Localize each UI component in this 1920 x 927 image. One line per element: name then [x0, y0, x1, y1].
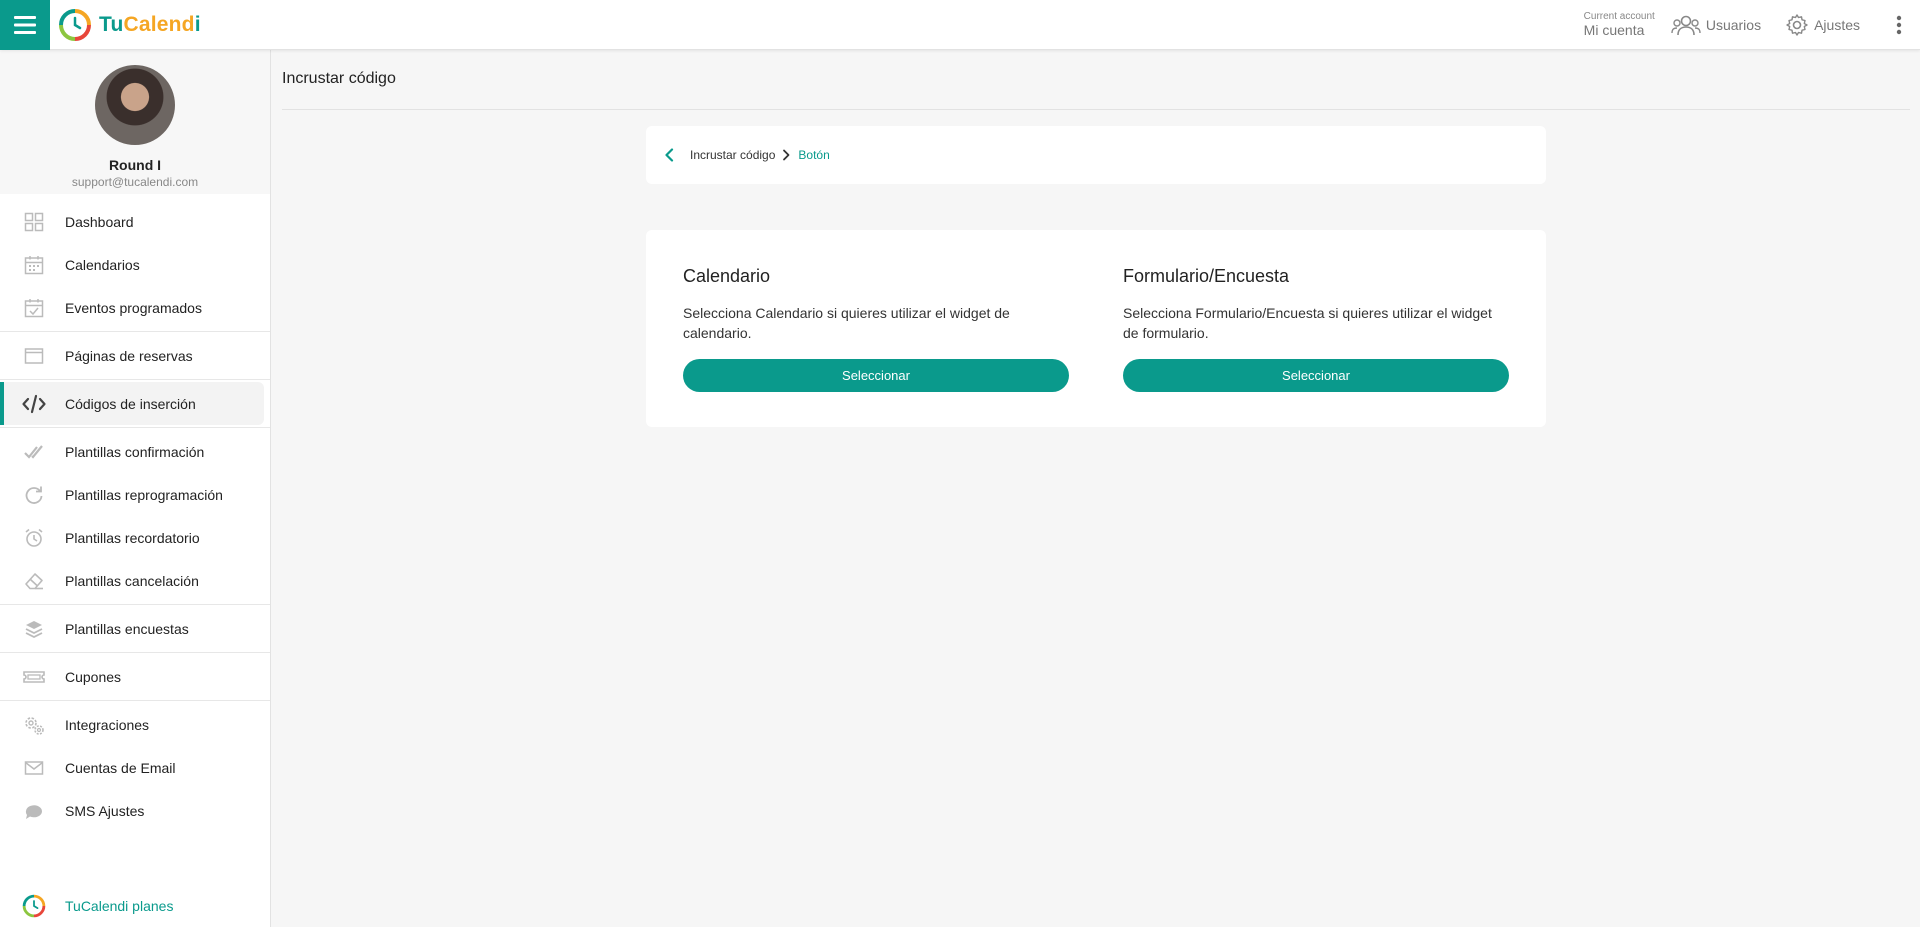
sidebar-item-label: Cupones: [65, 668, 122, 685]
users-label: Usuarios: [1705, 16, 1762, 33]
users-link[interactable]: Usuarios: [1671, 14, 1761, 36]
gears-icon: [22, 713, 46, 737]
eraser-icon: [22, 569, 46, 593]
breadcrumb-item[interactable]: Incrustar código: [690, 148, 775, 162]
sidebar-divider: [0, 427, 270, 428]
sidebar-item-label: Plantillas confirmación: [65, 443, 205, 460]
current-account-switcher[interactable]: Current account Mi cuenta: [1583, 11, 1655, 38]
alarm-clock-icon: [22, 526, 46, 550]
redo-icon: [22, 483, 46, 507]
sidebar-divider: [0, 604, 270, 605]
sidebar: Round I support@tucalendi.com Dashboard …: [0, 50, 271, 927]
sidebar-item-label: Calendarios: [65, 256, 140, 273]
gear-icon: [1786, 13, 1808, 36]
select-formulario-button[interactable]: Seleccionar: [1123, 359, 1509, 392]
envelope-icon: [22, 756, 46, 780]
top-bar: TuCalendi Current account Mi cuenta Usua…: [0, 0, 1920, 50]
sidebar-item-sms-ajustes[interactable]: SMS Ajustes: [0, 789, 264, 832]
sidebar-item-integraciones[interactable]: Integraciones: [0, 703, 264, 746]
sidebar-item-label: Eventos programados: [65, 299, 202, 316]
user-profile: Round I support@tucalendi.com: [0, 50, 270, 194]
tucalendi-logo-icon: [22, 894, 46, 918]
main-content: Incrustar código Incrustar código Botón …: [271, 50, 1920, 927]
choice-calendario: Calendario Selecciona Calendario si quie…: [683, 266, 1069, 392]
sms-icon: [22, 799, 46, 823]
sidebar-item-paginas-reservas[interactable]: Páginas de reservas: [0, 334, 264, 377]
browser-window-icon: [22, 344, 46, 368]
choice-title: Formulario/Encuesta: [1123, 266, 1290, 286]
double-check-icon: [22, 440, 46, 464]
sidebar-item-plantillas-encuestas[interactable]: Plantillas encuestas: [0, 607, 264, 650]
chevron-right-icon: [782, 149, 790, 161]
sidebar-item-label: Cuentas de Email: [65, 759, 176, 776]
sidebar-item-plantillas-recordatorio[interactable]: Plantillas recordatorio: [0, 516, 264, 559]
profile-name: Round I: [108, 157, 162, 173]
widget-type-card: Calendario Selecciona Calendario si quie…: [646, 230, 1546, 427]
sidebar-item-label: Plantillas reprogramación: [65, 486, 223, 503]
dashboard-icon: [22, 210, 46, 234]
sidebar-item-label: Dashboard: [65, 213, 134, 230]
sidebar-menu: Dashboard Calendarios Eventos programado…: [0, 194, 270, 832]
app-logo[interactable]: TuCalendi: [58, 8, 201, 42]
calendar-check-icon: [22, 296, 46, 320]
sidebar-divider: [0, 331, 270, 332]
sidebar-item-label: Plantillas encuestas: [65, 620, 189, 637]
sidebar-divider: [0, 652, 270, 653]
breadcrumb: Incrustar código Botón: [646, 126, 1546, 184]
sidebar-item-cuentas-email[interactable]: Cuentas de Email: [0, 746, 264, 789]
more-options-button[interactable]: [1884, 15, 1914, 35]
hamburger-icon: [14, 15, 36, 34]
sidebar-item-label: SMS Ajustes: [65, 802, 145, 819]
tucalendi-logo-icon: [59, 8, 91, 41]
code-icon: [22, 392, 46, 416]
sidebar-item-label: Plantillas cancelación: [65, 572, 199, 589]
sidebar-item-label: Páginas de reservas: [65, 347, 193, 364]
plans-row: TuCalendi planes: [0, 885, 270, 927]
menu-toggle-button[interactable]: [0, 0, 50, 50]
choice-description: Selecciona Formulario/Encuesta si quiere…: [1123, 305, 1492, 341]
logo-text: TuCalendi: [99, 12, 201, 36]
title-divider: [282, 109, 1910, 110]
ticket-icon: [22, 665, 46, 689]
sidebar-item-planes[interactable]: TuCalendi planes: [0, 885, 264, 927]
avatar[interactable]: [95, 65, 175, 145]
sidebar-item-label: Integraciones: [65, 716, 150, 733]
sidebar-item-eventos[interactable]: Eventos programados: [0, 286, 264, 329]
kebab-menu-icon: [1896, 15, 1902, 34]
choice-title: Calendario: [683, 266, 771, 286]
sidebar-divider: [0, 700, 270, 701]
sidebar-item-plantillas-confirmacion[interactable]: Plantillas confirmación: [0, 430, 264, 473]
profile-email: support@tucalendi.com: [71, 175, 199, 189]
sidebar-item-plantillas-reprogramacion[interactable]: Plantillas reprogramación: [0, 473, 264, 516]
choice-description: Selecciona Calendario si quieres utiliza…: [683, 305, 1010, 341]
settings-link[interactable]: Ajustes: [1785, 13, 1860, 37]
calendar-icon: [22, 253, 46, 277]
sidebar-item-cupones[interactable]: Cupones: [0, 655, 264, 698]
sidebar-divider: [0, 379, 270, 380]
layers-icon: [22, 617, 46, 641]
users-icon: [1671, 15, 1701, 35]
select-calendario-button[interactable]: Seleccionar: [683, 359, 1069, 392]
back-button[interactable]: [664, 148, 674, 162]
sidebar-item-calendarios[interactable]: Calendarios: [0, 243, 264, 286]
sidebar-item-label: TuCalendi planes: [65, 898, 174, 914]
settings-label: Ajustes: [1814, 16, 1860, 33]
chevron-left-icon: [665, 148, 674, 162]
page-title: Incrustar código: [282, 70, 396, 87]
sidebar-item-label: Códigos de inserción: [65, 395, 196, 412]
current-account-caption: Current account: [1583, 11, 1655, 22]
sidebar-item-label: Plantillas recordatorio: [65, 529, 200, 546]
sidebar-item-dashboard[interactable]: Dashboard: [0, 200, 264, 243]
sidebar-item-plantillas-cancelacion[interactable]: Plantillas cancelación: [0, 559, 264, 602]
choice-formulario: Formulario/Encuesta Selecciona Formulari…: [1123, 266, 1509, 392]
breadcrumb-current: Botón: [798, 148, 830, 162]
current-account-name: Mi cuenta: [1583, 22, 1645, 38]
sidebar-item-codigos-insercion[interactable]: Códigos de inserción: [0, 382, 264, 425]
